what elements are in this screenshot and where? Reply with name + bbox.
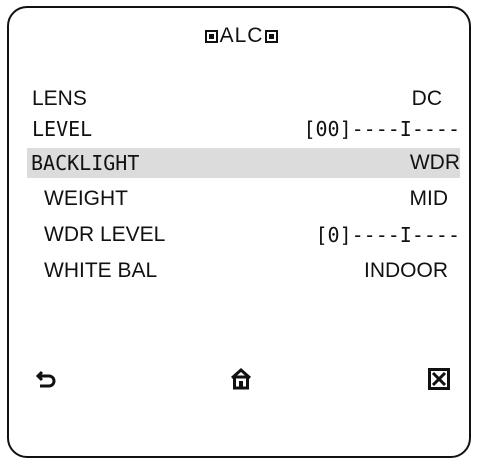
menu-item-label: BACKLIGHT — [31, 151, 140, 175]
title-left-marker-icon — [204, 30, 218, 43]
menu-title: ALC — [0, 24, 483, 48]
title-right-marker-icon — [265, 30, 279, 43]
wdr-level-slider[interactable]: [0]----I---- — [316, 223, 461, 247]
menu-item-weight[interactable]: WEIGHT MID — [28, 184, 460, 214]
level-slider[interactable]: [00]----I---- — [303, 117, 460, 141]
menu-item-value: INDOOR — [364, 259, 448, 282]
menu-item-value: DC — [411, 87, 442, 110]
menu-item-label: WDR LEVEL — [44, 223, 166, 246]
menu-item-value: MID — [409, 187, 449, 210]
menu-item-backlight[interactable]: BACKLIGHT WDR — [27, 148, 460, 178]
home-icon[interactable] — [230, 367, 252, 397]
menu-item-label: WEIGHT — [44, 187, 128, 210]
menu-item-white-bal[interactable]: WHITE BAL INDOOR — [28, 256, 460, 286]
menu-item-label: WHITE BAL — [44, 259, 158, 282]
menu-item-value: WDR — [409, 151, 460, 174]
menu-item-label: LENS — [32, 87, 87, 110]
close-box-icon[interactable] — [428, 368, 450, 397]
menu-item-wdr-level[interactable]: WDR LEVEL [0]----I---- — [28, 220, 460, 250]
menu-item-lens[interactable]: LENS DC — [28, 84, 460, 114]
back-arrow-icon[interactable] — [35, 368, 58, 397]
menu-item-level[interactable]: LEVEL [00]----I---- — [28, 114, 460, 144]
menu-item-label: LEVEL — [32, 117, 93, 141]
